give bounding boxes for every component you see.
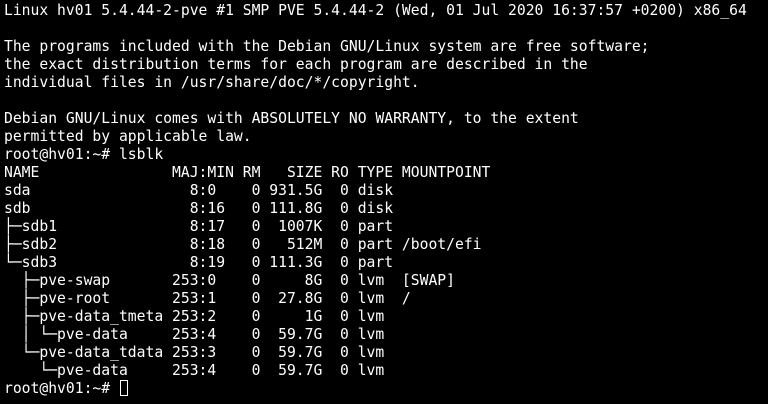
kernel-banner: Linux hv01 5.4.44-2-pve #1 SMP PVE 5.4.4… bbox=[4, 2, 747, 19]
text-cursor[interactable] bbox=[119, 380, 128, 396]
license-line: the exact distribution terms for each pr… bbox=[4, 56, 588, 73]
warranty-line: Debian GNU/Linux comes with ABSOLUTELY N… bbox=[4, 110, 579, 127]
active-prompt-line[interactable]: root@hv01:~# bbox=[4, 380, 768, 398]
license-line: individual files in /usr/share/doc/*/cop… bbox=[4, 74, 420, 91]
shell-prompt: root@hv01:~# bbox=[4, 380, 119, 397]
command-line: root@hv01:~# lsblk bbox=[4, 146, 164, 163]
lsblk-row: ├─pve-data_tmeta 253:2 0 1G 0 lvm bbox=[4, 308, 385, 325]
terminal-window[interactable]: Linux hv01 5.4.44-2-pve #1 SMP PVE 5.4.4… bbox=[0, 0, 768, 404]
motd-block: Linux hv01 5.4.44-2-pve #1 SMP PVE 5.4.4… bbox=[4, 2, 768, 146]
lsblk-row: sda 8:0 0 931.5G 0 disk bbox=[4, 182, 394, 199]
warranty-line: permitted by applicable law. bbox=[4, 128, 252, 145]
license-line: The programs included with the Debian GN… bbox=[4, 38, 650, 55]
lsblk-output: NAME MAJ:MIN RM SIZE RO TYPE MOUNTPOINT … bbox=[4, 164, 768, 380]
lsblk-row: ├─sdb1 8:17 0 1007K 0 part bbox=[4, 218, 394, 235]
lsblk-row: ├─pve-swap 253:0 0 8G 0 lvm [SWAP] bbox=[4, 272, 455, 289]
lsblk-row: sdb 8:16 0 111.8G 0 disk bbox=[4, 200, 394, 217]
lsblk-row: └─pve-data_tdata 253:3 0 59.7G 0 lvm bbox=[4, 344, 385, 361]
lsblk-row: │ └─pve-data 253:4 0 59.7G 0 lvm bbox=[4, 326, 385, 343]
lsblk-header: NAME MAJ:MIN RM SIZE RO TYPE MOUNTPOINT bbox=[4, 164, 491, 181]
lsblk-row: └─sdb3 8:19 0 111.3G 0 part bbox=[4, 254, 394, 271]
lsblk-row: ├─pve-root 253:1 0 27.8G 0 lvm / bbox=[4, 290, 411, 307]
lsblk-row: └─pve-data 253:4 0 59.7G 0 lvm bbox=[4, 362, 385, 379]
lsblk-row: ├─sdb2 8:18 0 512M 0 part /boot/efi bbox=[4, 236, 482, 253]
